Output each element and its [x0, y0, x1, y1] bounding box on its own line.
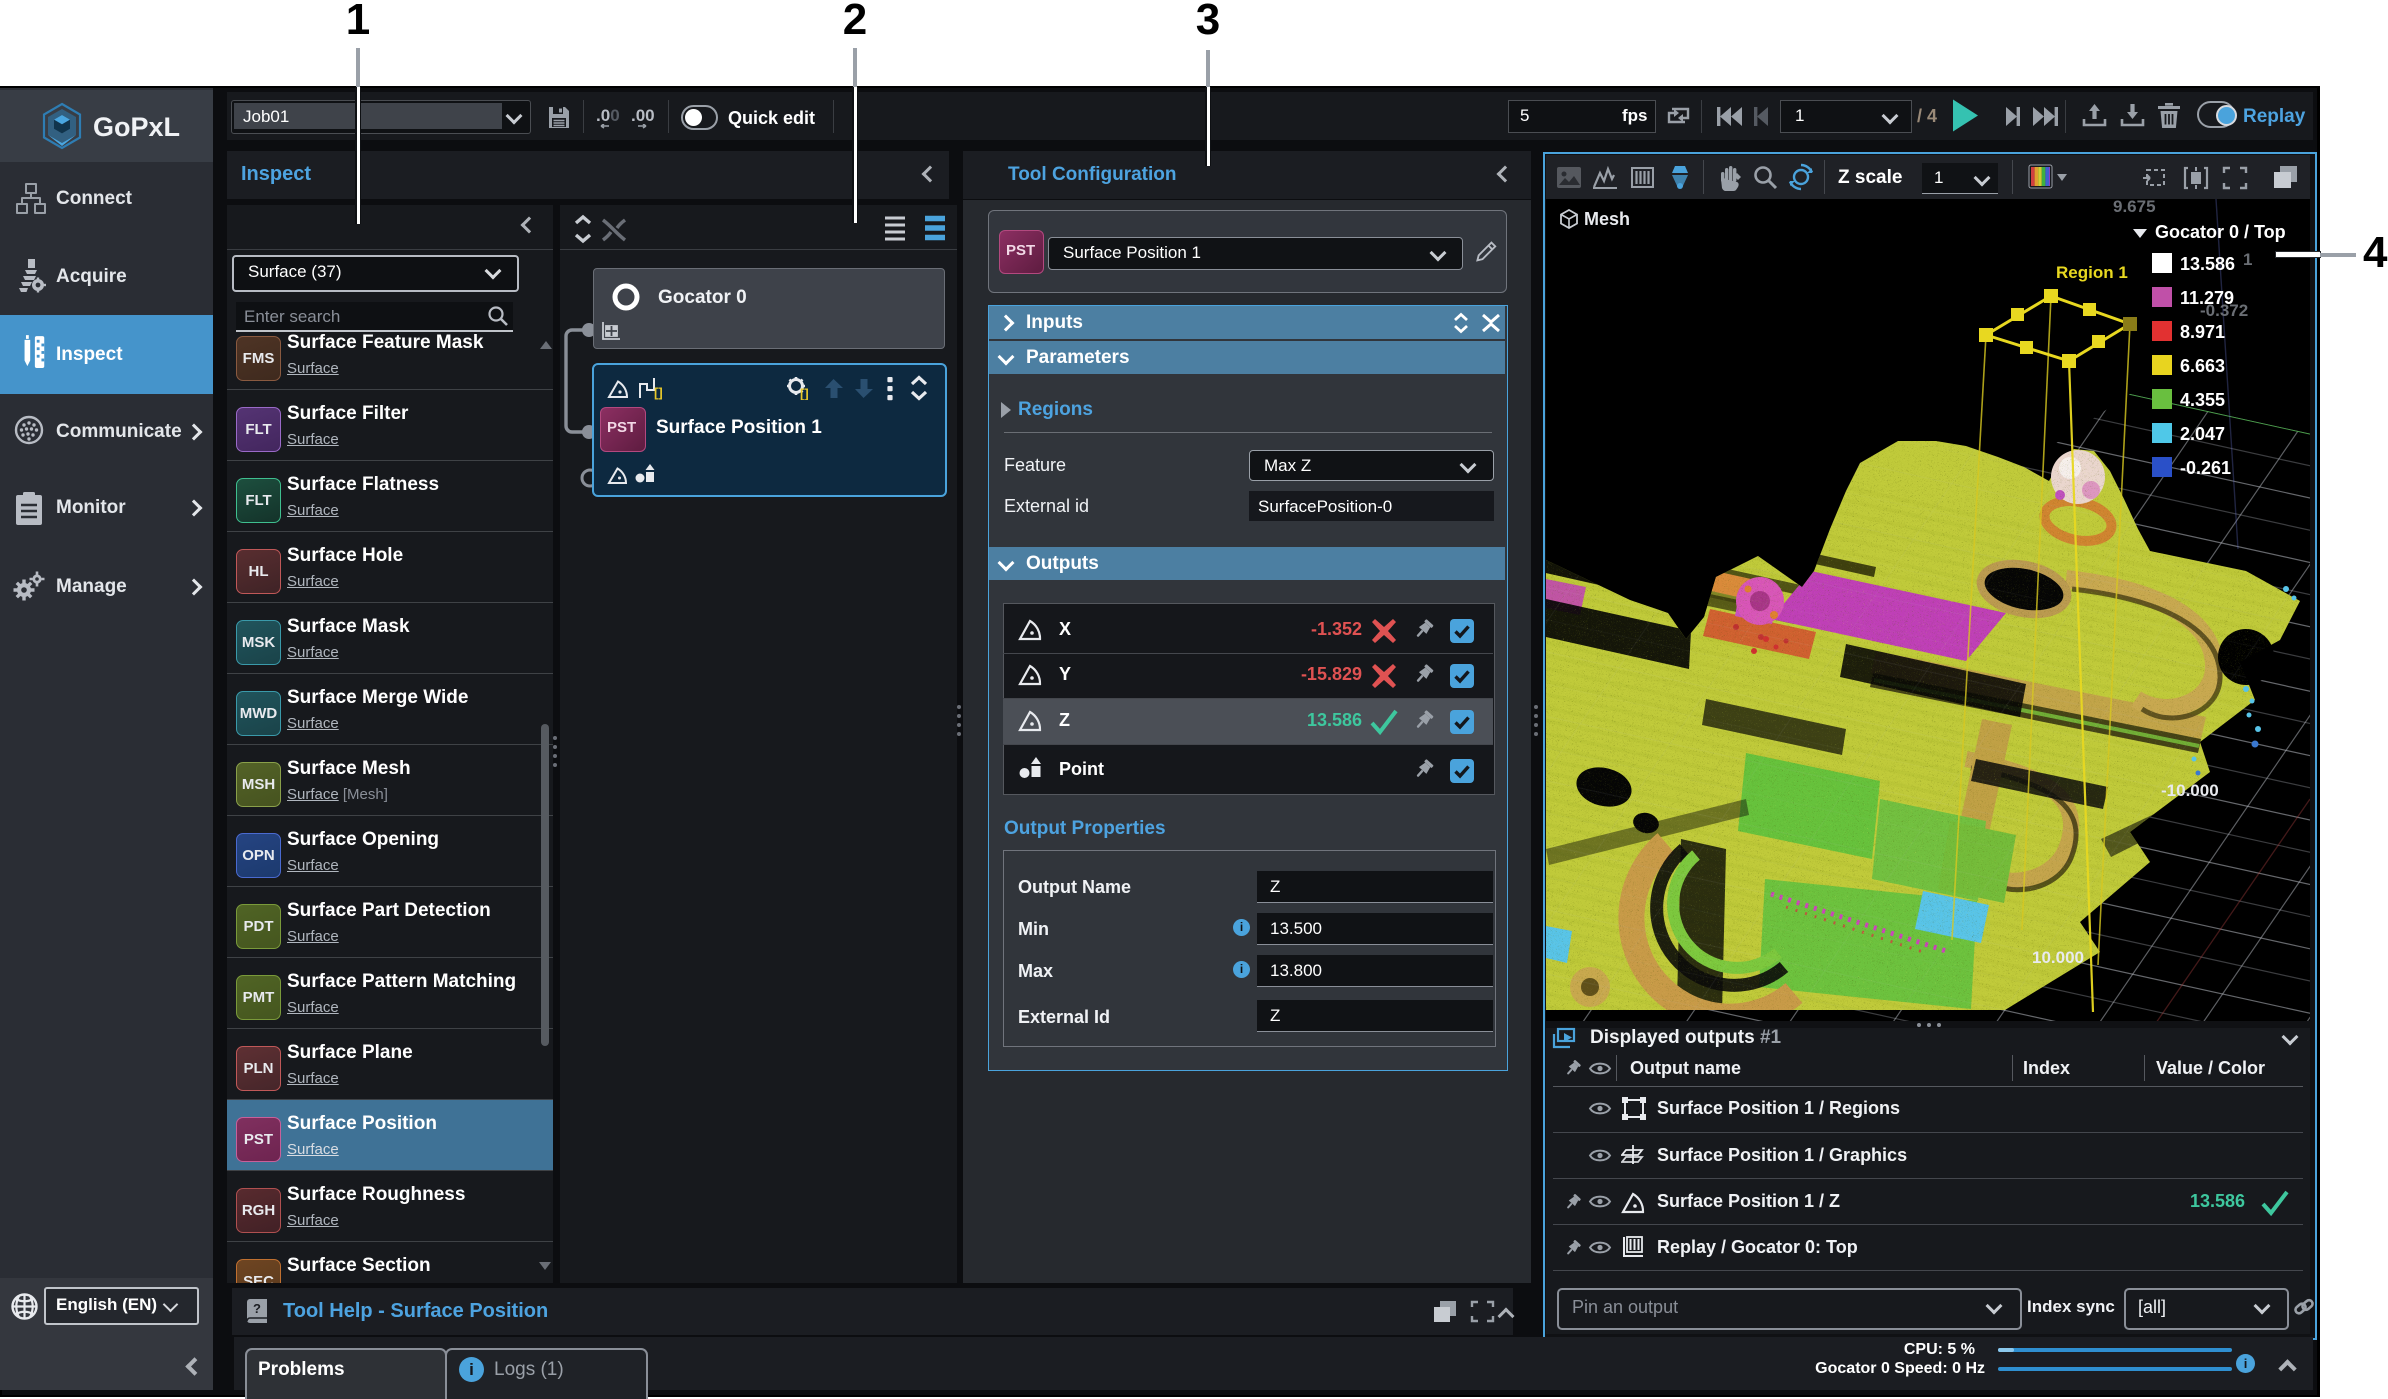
svg-text:[]: [] — [654, 385, 663, 400]
svg-text:[]: [] — [800, 386, 809, 400]
svg-text:10.000: 10.000 — [2032, 948, 2084, 967]
svg-text:9.675: 9.675 — [2113, 199, 2156, 216]
svg-text:Region 1: Region 1 — [2056, 263, 2128, 282]
svg-text:?: ? — [253, 1301, 261, 1316]
svg-text:-10.000: -10.000 — [2161, 781, 2219, 800]
svg-text:1: 1 — [2243, 250, 2252, 269]
